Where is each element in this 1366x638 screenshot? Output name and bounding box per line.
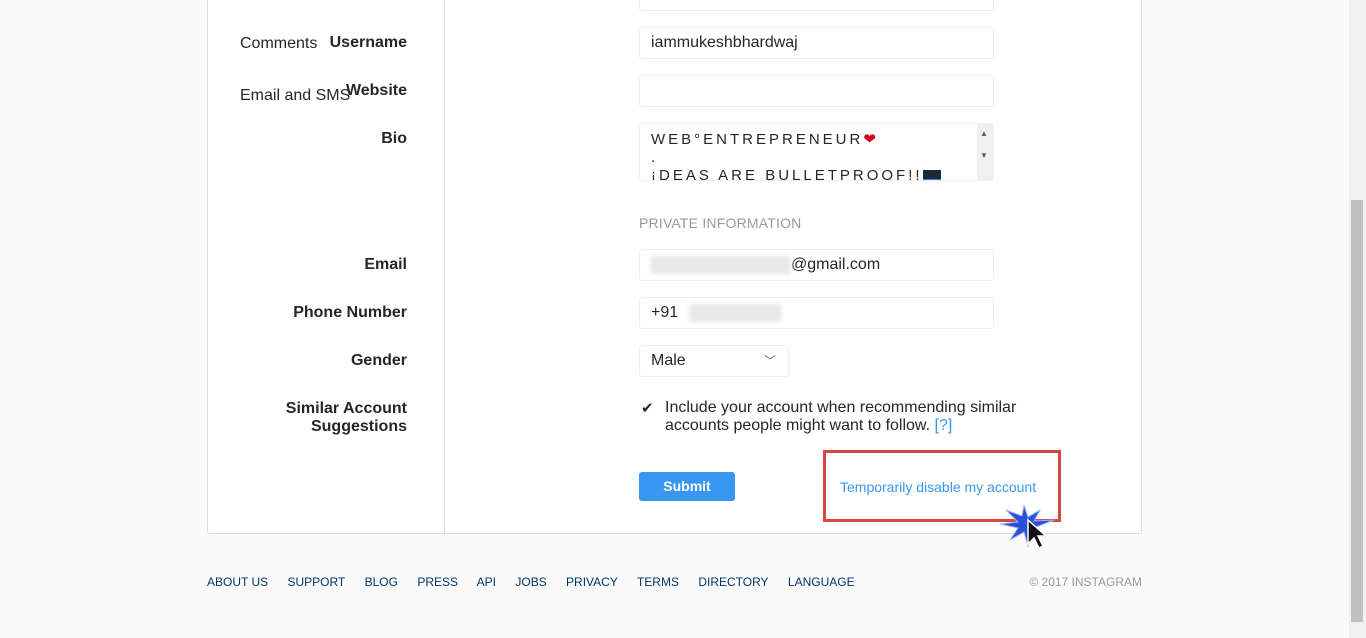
bio-line-3: ¡DEAS ARE BULLETPROOF!! — [651, 167, 923, 181]
email-label: Email — [364, 256, 407, 273]
phone-field[interactable]: +91 — [639, 297, 994, 329]
gender-select[interactable]: Male ﹀ — [639, 345, 789, 377]
footer-links: About us Support Blog Press API Jobs Pri… — [207, 575, 871, 589]
settings-card: Comments Email and SMS MUKESH BHARDWAJ U… — [207, 0, 1142, 534]
private-info-heading: PRIVATE INFORMATION — [639, 215, 802, 231]
bio-textarea[interactable]: WEB°ENTREPRENEUR❤ . ¡DEAS ARE BULLETPROO… — [639, 123, 994, 181]
email-redacted — [651, 255, 791, 274]
copyright: © 2017 Instagram — [1029, 575, 1142, 589]
gender-label: Gender — [350, 352, 407, 369]
phone-prefix: +91 — [651, 304, 679, 321]
email-field[interactable]: @gmail.com — [639, 249, 994, 281]
bio-line-1: WEB°ENTREPRENEUR — [651, 131, 864, 148]
bio-scrollbar[interactable]: ▲ ▼ — [977, 124, 993, 180]
footer-link-jobs[interactable]: Jobs — [515, 575, 546, 589]
bio-label: Bio — [381, 130, 407, 147]
cursor-click-icon — [999, 504, 1055, 550]
footer-link-privacy[interactable]: Privacy — [566, 575, 618, 589]
laptop-icon — [922, 170, 941, 180]
footer-link-terms[interactable]: Terms — [637, 575, 679, 589]
submit-button[interactable]: Submit — [639, 472, 735, 501]
scroll-up-icon[interactable]: ▲ — [980, 130, 988, 138]
footer-link-about[interactable]: About us — [207, 575, 268, 589]
heart-icon: ❤ — [863, 131, 876, 148]
phone-redacted — [688, 303, 781, 322]
website-field[interactable] — [639, 75, 994, 107]
scroll-down-icon[interactable]: ▼ — [980, 152, 988, 160]
footer-link-directory[interactable]: Directory — [698, 575, 768, 589]
settings-sidebar: Comments Email and SMS — [208, 0, 445, 533]
page-scrollbar[interactable] — [1349, 0, 1366, 638]
footer-link-language[interactable]: Language — [788, 575, 855, 589]
email-suffix: @gmail.com — [791, 256, 881, 273]
username-label: Username — [329, 34, 407, 51]
chevron-down-icon: ﹀ — [763, 354, 776, 368]
name-field[interactable]: MUKESH BHARDWAJ — [639, 0, 994, 11]
footer-link-blog[interactable]: Blog — [365, 575, 398, 589]
suggestions-text: Include your account when recommending s… — [665, 399, 1035, 435]
username-field[interactable]: iammukeshbhardwaj — [639, 27, 994, 59]
help-link[interactable]: [?] — [935, 417, 953, 434]
suggestions-checkbox[interactable]: ✔ — [641, 399, 654, 417]
website-label: Website — [345, 82, 407, 99]
phone-label: Phone Number — [293, 304, 407, 321]
disable-account-link[interactable]: Temporarily disable my account — [840, 479, 1036, 495]
suggestions-label: Similar Account Suggestions — [285, 400, 407, 435]
sidebar-item-comments[interactable]: Comments — [240, 35, 317, 53]
sidebar-item-email-sms[interactable]: Email and SMS — [240, 87, 350, 105]
scrollbar-thumb[interactable] — [1351, 200, 1363, 622]
footer-link-support[interactable]: Support — [287, 575, 345, 589]
footer-link-api[interactable]: API — [477, 575, 496, 589]
bio-line-2: . — [651, 149, 659, 166]
gender-value: Male — [651, 352, 686, 369]
footer-link-press[interactable]: Press — [417, 575, 458, 589]
suggestions-description: Include your account when recommending s… — [665, 399, 1017, 434]
